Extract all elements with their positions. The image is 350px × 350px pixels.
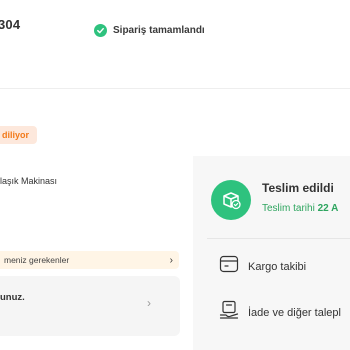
- product-name[interactable]: laşık Makinası: [0, 176, 57, 186]
- cargo-tracking-label: Kargo takibi: [248, 260, 307, 273]
- return-requests-label: İade ve diğer talepl: [248, 306, 341, 319]
- delivery-date: Teslim tarihi 22 A: [262, 203, 338, 214]
- delivery-date-value: 22 A: [317, 203, 339, 214]
- rating-card[interactable]: [0, 276, 180, 336]
- order-status-label: Sipariş tamamlandı: [113, 25, 205, 36]
- chevron-right-icon: ›: [169, 254, 173, 266]
- cargo-truck-icon: [219, 255, 239, 278]
- delivery-status-title: Teslim edildi: [262, 181, 334, 195]
- return-requests-link[interactable]: İade ve diğer talepl: [219, 300, 341, 325]
- delivered-package-icon: [211, 180, 251, 220]
- info-bar[interactable]: meniz gerekenler ›: [0, 251, 179, 269]
- info-bar-label: meniz gerekenler: [4, 255, 70, 265]
- shipment-status-badge: diliyor: [0, 126, 38, 144]
- check-circle-icon: [94, 24, 107, 37]
- order-status: Sipariş tamamlandı: [94, 24, 205, 37]
- section-divider: [0, 88, 350, 89]
- order-number: 304: [0, 17, 21, 32]
- cargo-tracking-link[interactable]: Kargo takibi: [219, 255, 306, 278]
- delivery-date-prefix: Teslim tarihi: [262, 203, 315, 214]
- panel-divider: [207, 238, 350, 239]
- rating-card-title: unuz.: [0, 292, 25, 303]
- return-box-icon: [219, 300, 239, 325]
- chevron-right-icon[interactable]: ›: [147, 296, 151, 310]
